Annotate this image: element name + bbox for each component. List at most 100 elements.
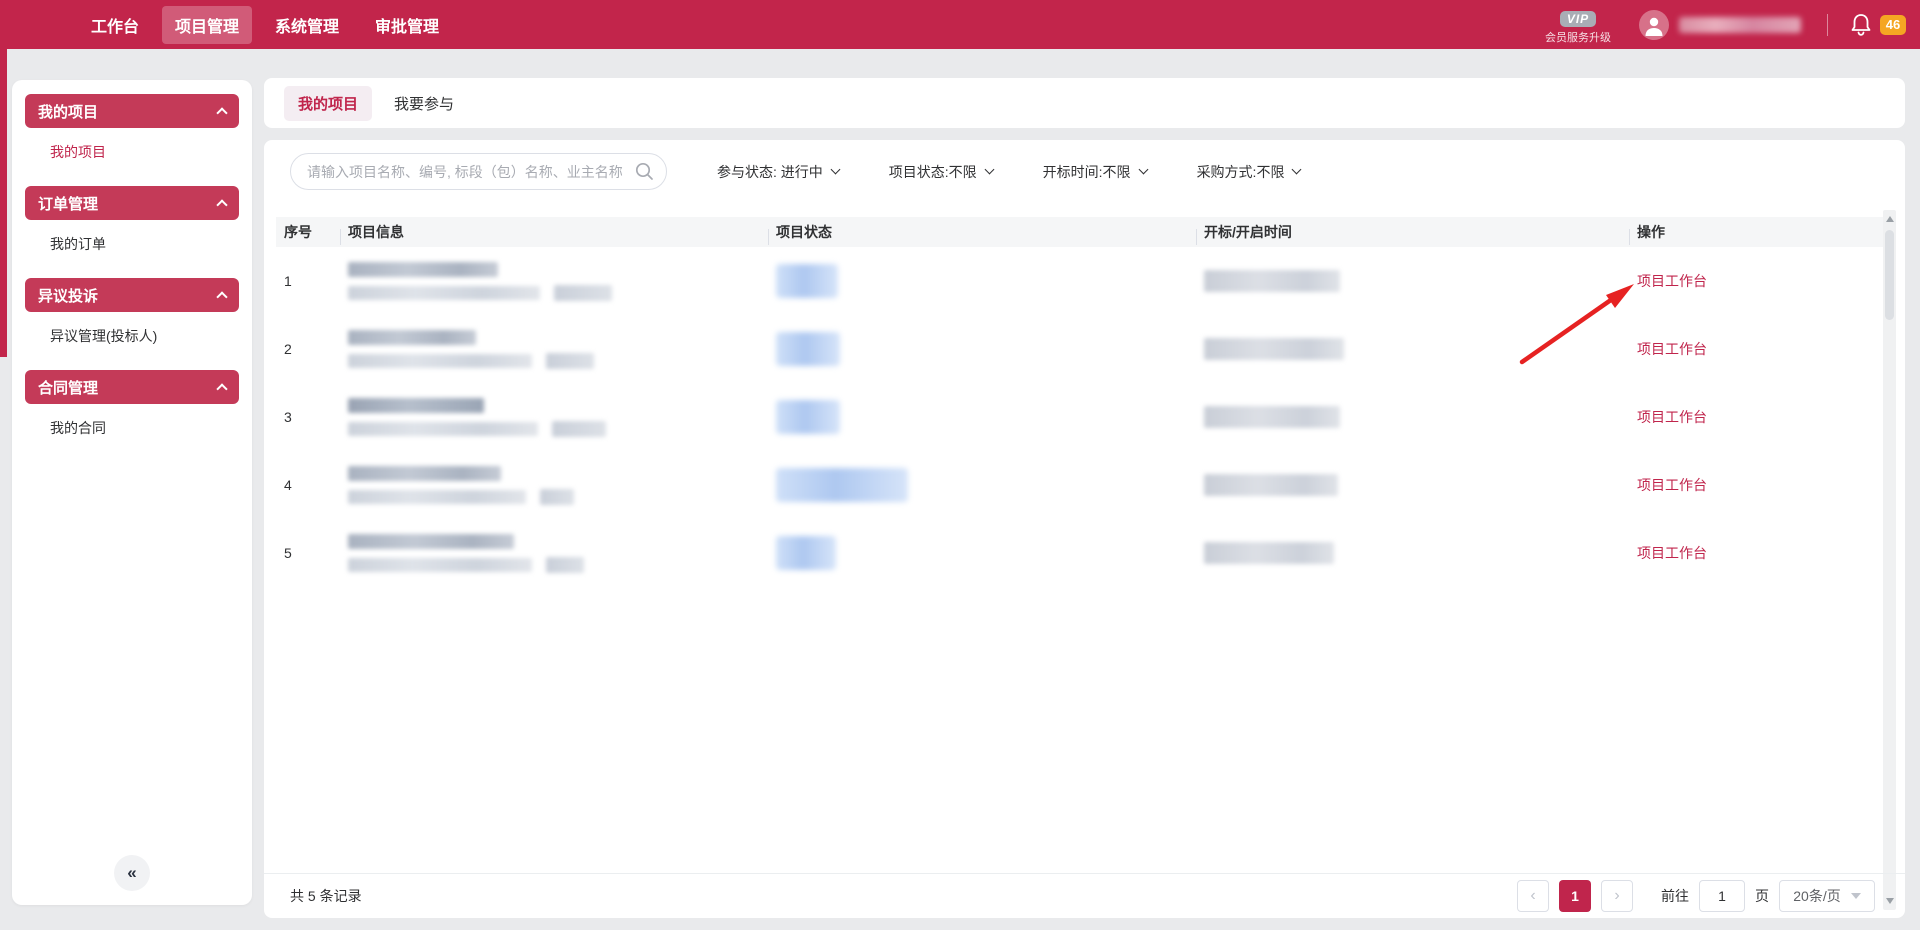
project-info-redacted bbox=[340, 262, 768, 301]
page-size-select[interactable]: 20条/页 bbox=[1779, 880, 1875, 912]
row-serial: 1 bbox=[276, 273, 340, 289]
filter-bid-opening-time[interactable]: 开标时间:不限 bbox=[1043, 162, 1147, 182]
status-badge-redacted bbox=[768, 332, 1196, 366]
row-serial: 2 bbox=[276, 341, 340, 357]
topnav-item-approval-management[interactable]: 审批管理 bbox=[362, 6, 452, 44]
status-badge-redacted bbox=[768, 264, 1196, 298]
tab-my-projects[interactable]: 我的项目 bbox=[284, 86, 372, 121]
sidebar-section-title: 订单管理 bbox=[38, 193, 98, 214]
current-page-button[interactable]: 1 bbox=[1559, 880, 1591, 912]
opening-time-redacted bbox=[1196, 406, 1629, 428]
chevron-down-icon bbox=[984, 165, 994, 175]
topnav-item-workbench[interactable]: 工作台 bbox=[78, 6, 152, 44]
search-box bbox=[290, 153, 667, 190]
goto-page-input[interactable] bbox=[1699, 880, 1745, 912]
filter-participation-status[interactable]: 参与状态: 进行中 bbox=[717, 162, 839, 182]
vip-upgrade[interactable]: VIP 会员服务升级 bbox=[1545, 11, 1611, 45]
chevron-down-icon bbox=[1138, 165, 1148, 175]
column-header-serial: 序号 bbox=[276, 222, 340, 242]
project-workbench-link[interactable]: 项目工作台 bbox=[1637, 409, 1707, 425]
scrollbar-thumb[interactable] bbox=[1885, 230, 1894, 320]
sidebar-section-contract-management[interactable]: 合同管理 bbox=[25, 370, 239, 404]
topbar-right: VIP 会员服务升级 46 bbox=[1545, 0, 1906, 49]
chevron-down-icon bbox=[1851, 893, 1861, 899]
filter-label: 采购方式:不限 bbox=[1197, 162, 1285, 182]
filter-label: 开标时间:不限 bbox=[1043, 162, 1131, 182]
top-nav: 工作台 项目管理 系统管理 审批管理 bbox=[78, 6, 452, 44]
sidebar-section-objection-complaint[interactable]: 异议投诉 bbox=[25, 278, 239, 312]
notification-count-badge[interactable]: 46 bbox=[1880, 15, 1906, 35]
chevron-down-icon bbox=[830, 165, 840, 175]
prev-page-button[interactable]: ‹ bbox=[1517, 880, 1549, 912]
tabs-card: 我的项目 我要参与 bbox=[264, 78, 1905, 128]
sidebar-section-my-projects[interactable]: 我的项目 bbox=[25, 94, 239, 128]
chevron-down-icon bbox=[1292, 165, 1302, 175]
table-row: 4 项目工作台 bbox=[276, 451, 1884, 519]
opening-time-redacted bbox=[1196, 338, 1629, 360]
project-info-redacted bbox=[340, 466, 768, 505]
project-info-redacted bbox=[340, 330, 768, 369]
scroll-up-arrow-icon[interactable] bbox=[1886, 216, 1894, 222]
filter-label: 参与状态: 进行中 bbox=[717, 162, 823, 182]
table-row: 3 项目工作台 bbox=[276, 383, 1884, 451]
project-workbench-link[interactable]: 项目工作台 bbox=[1637, 273, 1707, 289]
page-size-value: 20条/页 bbox=[1793, 886, 1840, 906]
chevron-up-icon bbox=[216, 291, 227, 302]
filter-procurement-method[interactable]: 采购方式:不限 bbox=[1197, 162, 1301, 182]
table-row: 5 项目工作台 bbox=[276, 519, 1884, 587]
row-serial: 5 bbox=[276, 545, 340, 561]
sidebar: 我的项目 我的项目 订单管理 我的订单 异议投诉 异议管理(投标人) 合同管理 … bbox=[12, 80, 252, 905]
vertical-scrollbar[interactable] bbox=[1883, 210, 1896, 910]
search-input[interactable] bbox=[290, 153, 667, 190]
sidebar-collapse-button[interactable]: « bbox=[114, 855, 150, 891]
column-header-opening-time: 开标/开启时间 bbox=[1196, 222, 1629, 242]
column-header-project-status: 项目状态 bbox=[768, 222, 1196, 242]
left-accent-strip bbox=[0, 49, 7, 357]
vip-caption: 会员服务升级 bbox=[1545, 29, 1611, 45]
table-row: 2 项目工作台 bbox=[276, 315, 1884, 383]
table-row: 1 项目工作台 bbox=[276, 247, 1884, 315]
column-header-operation: 操作 bbox=[1629, 222, 1884, 242]
chevron-up-icon bbox=[216, 107, 227, 118]
filter-project-status[interactable]: 项目状态:不限 bbox=[889, 162, 993, 182]
table-header: 序号 项目信息 项目状态 开标/开启时间 操作 bbox=[276, 217, 1884, 247]
sidebar-section-order-management[interactable]: 订单管理 bbox=[25, 186, 239, 220]
page-unit-label: 页 bbox=[1755, 886, 1769, 906]
sidebar-section-title: 合同管理 bbox=[38, 377, 98, 398]
filter-label: 项目状态:不限 bbox=[889, 162, 977, 182]
tab-want-to-participate[interactable]: 我要参与 bbox=[380, 86, 468, 121]
chevron-up-icon bbox=[216, 199, 227, 210]
project-info-redacted bbox=[340, 534, 768, 573]
topnav-item-project-management[interactable]: 项目管理 bbox=[162, 6, 252, 44]
project-workbench-link[interactable]: 项目工作台 bbox=[1637, 341, 1707, 357]
chevron-up-icon bbox=[216, 383, 227, 394]
opening-time-redacted bbox=[1196, 542, 1629, 564]
project-workbench-link[interactable]: 项目工作台 bbox=[1637, 545, 1707, 561]
project-workbench-link[interactable]: 项目工作台 bbox=[1637, 477, 1707, 493]
sidebar-section-title: 异议投诉 bbox=[38, 285, 98, 306]
notification-bell-icon[interactable] bbox=[1850, 13, 1872, 37]
opening-time-redacted bbox=[1196, 270, 1629, 292]
status-badge-redacted bbox=[768, 536, 1196, 570]
sidebar-item-objection-management[interactable]: 异议管理(投标人) bbox=[12, 312, 252, 360]
opening-time-redacted bbox=[1196, 474, 1629, 496]
status-badge-redacted bbox=[768, 468, 1196, 502]
column-header-project-info: 项目信息 bbox=[340, 222, 768, 242]
project-info-redacted bbox=[340, 398, 768, 437]
topnav-item-system-management[interactable]: 系统管理 bbox=[262, 6, 352, 44]
user-avatar-icon[interactable] bbox=[1639, 10, 1669, 40]
row-serial: 4 bbox=[276, 477, 340, 493]
status-badge-redacted bbox=[768, 400, 1196, 434]
sidebar-item-my-orders[interactable]: 我的订单 bbox=[12, 220, 252, 268]
project-list-card: 参与状态: 进行中 项目状态:不限 开标时间:不限 采购方式:不限 序号 项目信… bbox=[264, 140, 1905, 918]
row-serial: 3 bbox=[276, 409, 340, 425]
sidebar-item-my-projects[interactable]: 我的项目 bbox=[12, 128, 252, 176]
sidebar-item-my-contracts[interactable]: 我的合同 bbox=[12, 404, 252, 452]
next-page-button[interactable]: › bbox=[1601, 880, 1633, 912]
filter-row: 参与状态: 进行中 项目状态:不限 开标时间:不限 采购方式:不限 bbox=[290, 153, 1875, 190]
pagination-bar: 共 5 条记录 ‹ 1 › 前往 页 20条/页 bbox=[264, 873, 1905, 918]
search-icon[interactable] bbox=[634, 161, 654, 186]
sidebar-section-title: 我的项目 bbox=[38, 101, 98, 122]
record-count-text: 共 5 条记录 bbox=[290, 886, 362, 906]
username-redacted[interactable] bbox=[1679, 17, 1801, 33]
